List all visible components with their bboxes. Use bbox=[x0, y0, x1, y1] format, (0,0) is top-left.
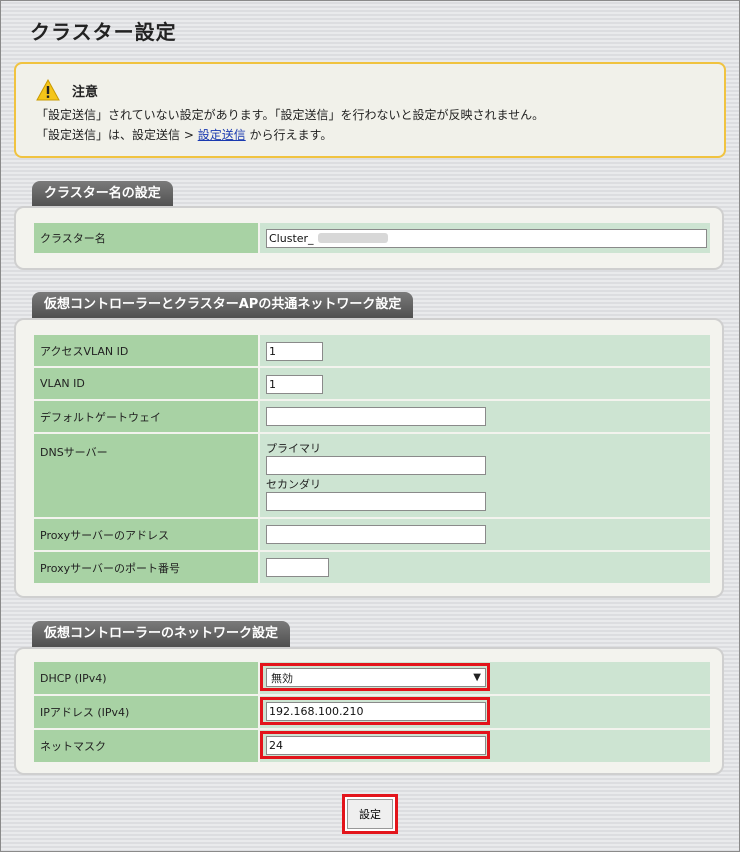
ip-row: IPアドレス (IPv4) bbox=[34, 696, 710, 728]
access-vlan-label: アクセスVLAN ID bbox=[34, 335, 258, 366]
dns-secondary-input[interactable] bbox=[266, 492, 486, 511]
notice-line-2: 「設定送信」は、設定送信 > 設定送信 から行えます。 bbox=[36, 128, 333, 142]
ip-address-input[interactable] bbox=[266, 702, 486, 721]
notice-box: 注意 「設定送信」されていない設定があります。「設定送信」を行わないと設定が反映… bbox=[14, 62, 726, 158]
dhcp-selected-value: 無効 bbox=[271, 671, 293, 685]
cluster-section-panel: クラスター名 bbox=[14, 206, 724, 270]
proxy-port-input[interactable] bbox=[266, 558, 329, 577]
shared-network-panel: アクセスVLAN ID VLAN ID デフォルトゲートウェイ DNSサーバー … bbox=[14, 318, 724, 598]
proxy-address-input[interactable] bbox=[266, 525, 486, 544]
dns-primary-input[interactable] bbox=[266, 456, 486, 475]
page-title: クラスター設定 bbox=[30, 20, 177, 44]
dhcp-select[interactable]: 無効 ▼ bbox=[266, 668, 486, 687]
dns-row: DNSサーバー プライマリ セカンダリ bbox=[34, 434, 710, 517]
dns-secondary-label: セカンダリ bbox=[266, 478, 321, 491]
controller-section-tab: 仮想コントローラーのネットワーク設定 bbox=[32, 621, 291, 647]
controller-section-panel: DHCP (IPv4) 無効 ▼ IPアドレス (IPv4) ネットマスク bbox=[14, 647, 724, 775]
proxy-port-label: Proxyサーバーのポート番号 bbox=[34, 552, 258, 583]
cluster-name-label: クラスター名 bbox=[34, 223, 258, 253]
cluster-name-row: クラスター名 bbox=[34, 223, 710, 253]
dns-label: DNSサーバー bbox=[34, 434, 258, 517]
dns-primary-label: プライマリ bbox=[266, 442, 321, 455]
dhcp-label: DHCP (IPv4) bbox=[34, 662, 258, 694]
shared-network-section-tab: 仮想コントローラーとクラスターAPの共通ネットワーク設定 bbox=[32, 292, 414, 318]
blurred-region bbox=[318, 233, 388, 243]
dhcp-row: DHCP (IPv4) 無効 ▼ bbox=[34, 662, 710, 694]
proxy-port-row: Proxyサーバーのポート番号 bbox=[34, 552, 710, 583]
proxy-address-row: Proxyサーバーのアドレス bbox=[34, 519, 710, 550]
gateway-input[interactable] bbox=[266, 407, 486, 426]
cluster-section-tab: クラスター名の設定 bbox=[32, 181, 173, 207]
notice-title: 注意 bbox=[72, 84, 99, 100]
proxy-address-label: Proxyサーバーのアドレス bbox=[34, 519, 258, 550]
vlan-id-input[interactable] bbox=[266, 375, 323, 394]
gateway-label: デフォルトゲートウェイ bbox=[34, 401, 258, 432]
netmask-row: ネットマスク bbox=[34, 730, 710, 762]
submit-button[interactable]: 設定 bbox=[347, 799, 393, 829]
send-settings-link[interactable]: 設定送信 bbox=[198, 128, 246, 142]
access-vlan-row: アクセスVLAN ID bbox=[34, 335, 710, 366]
vlan-id-row: VLAN ID bbox=[34, 368, 710, 399]
ip-label: IPアドレス (IPv4) bbox=[34, 696, 258, 728]
access-vlan-input[interactable] bbox=[266, 342, 323, 361]
vlan-id-label: VLAN ID bbox=[34, 368, 258, 399]
warning-icon bbox=[36, 79, 60, 101]
chevron-down-icon: ▼ bbox=[473, 672, 481, 683]
notice-line-1: 「設定送信」されていない設定があります。「設定送信」を行わないと設定が反映されま… bbox=[36, 108, 545, 122]
netmask-label: ネットマスク bbox=[34, 730, 258, 762]
netmask-input[interactable] bbox=[266, 736, 486, 755]
submit-highlight: 設定 bbox=[342, 794, 398, 834]
gateway-row: デフォルトゲートウェイ bbox=[34, 401, 710, 432]
